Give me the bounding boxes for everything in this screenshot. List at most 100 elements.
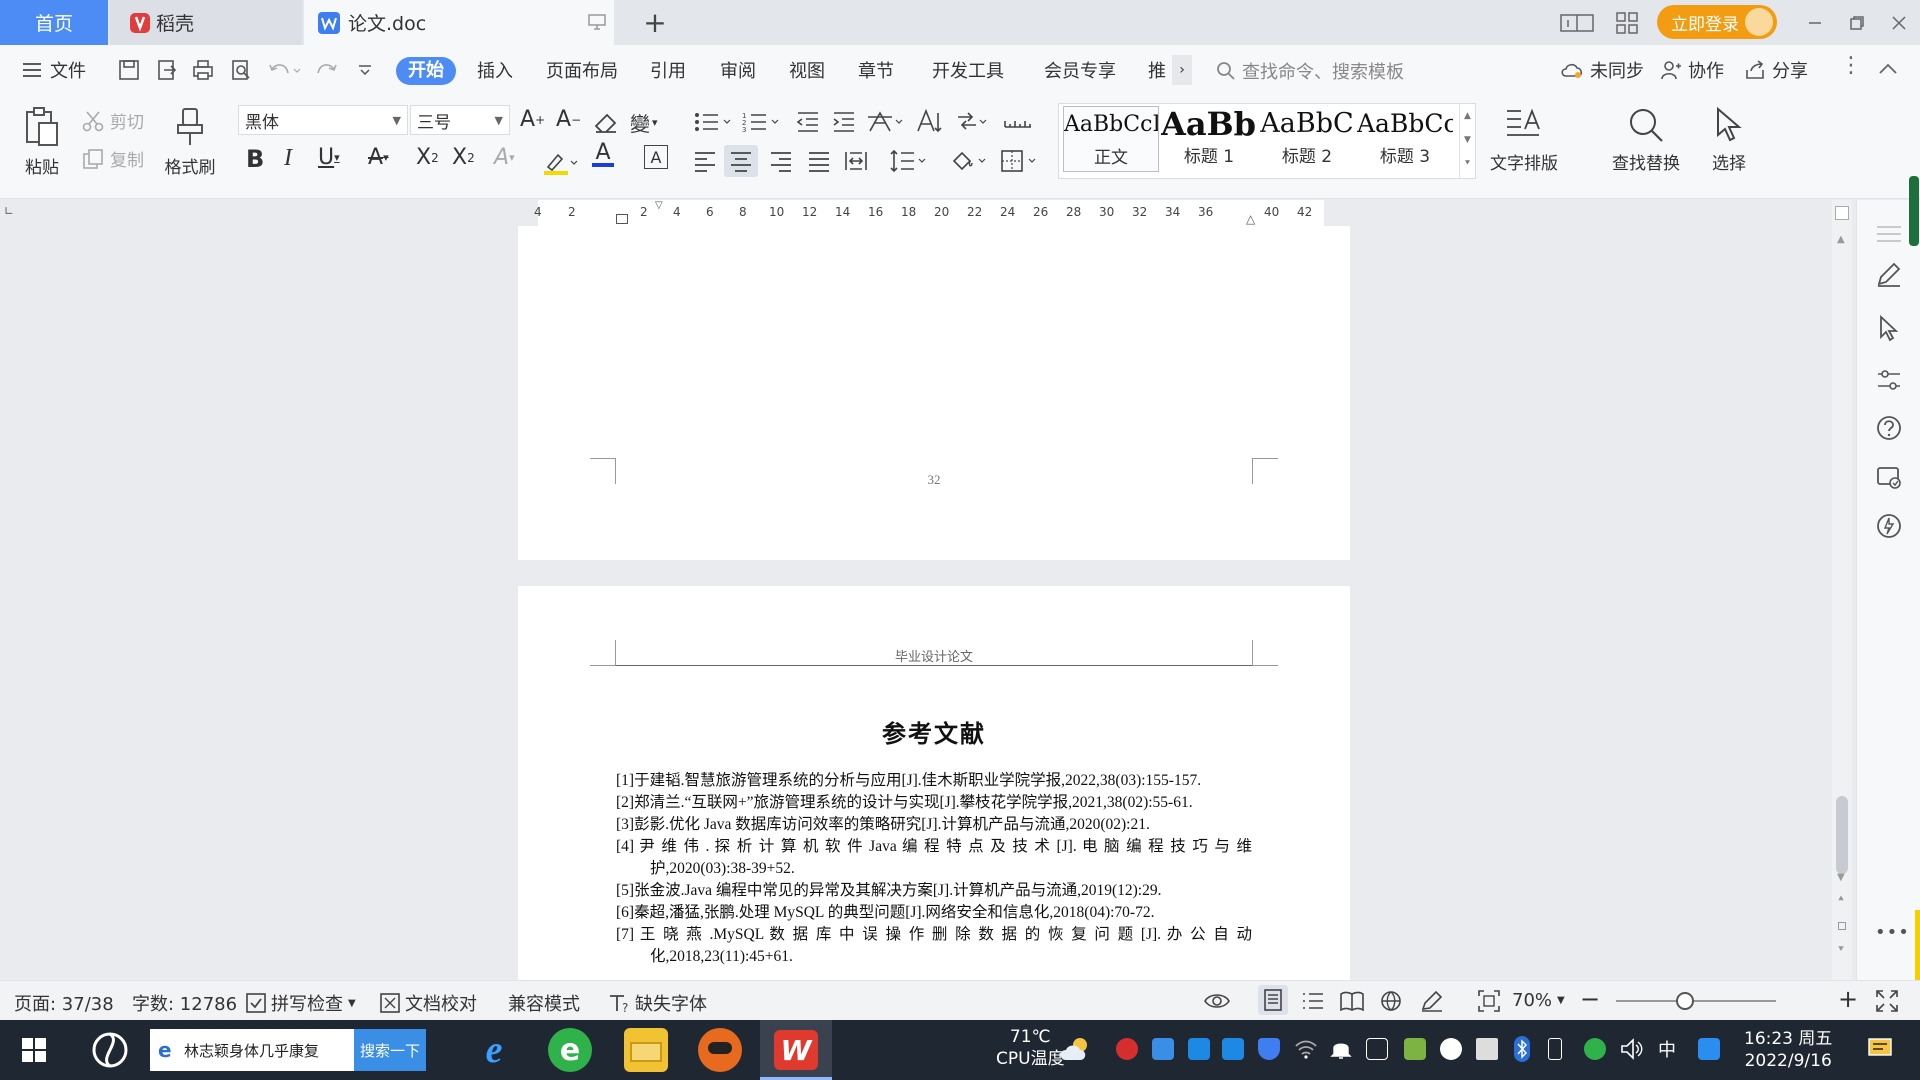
distributed-align-icon[interactable] xyxy=(844,150,868,172)
paste-button[interactable]: 粘贴 xyxy=(16,107,68,178)
tray-shield-icon[interactable] xyxy=(1258,1038,1280,1060)
write-view-icon[interactable] xyxy=(1420,990,1444,1012)
browse-object-icon[interactable] xyxy=(1838,922,1846,930)
style-heading-3[interactable]: AaBbCc 标题 3 xyxy=(1357,106,1453,172)
bold-icon[interactable]: B xyxy=(246,145,264,173)
menu-tab-chapter[interactable]: 章节 xyxy=(858,57,894,83)
menu-tab-references[interactable]: 引用 xyxy=(650,57,686,83)
strikethrough-icon[interactable]: A ▾ xyxy=(368,145,389,170)
new-tab-button[interactable]: + xyxy=(640,0,670,45)
menu-tab-view[interactable]: 视图 xyxy=(789,57,825,83)
cut-button[interactable]: 剪切 xyxy=(82,108,144,133)
previous-page-icon[interactable]: ⯅ xyxy=(1837,894,1845,905)
grow-font-icon[interactable]: A + xyxy=(520,107,545,132)
restore-icon[interactable] xyxy=(1840,8,1874,38)
word-count[interactable]: 字数: 12786 xyxy=(132,990,237,1016)
pinwheel-app-icon[interactable] xyxy=(92,1032,128,1068)
superscript-icon[interactable]: X2 xyxy=(416,145,439,170)
menu-tab-developer[interactable]: 开发工具 xyxy=(932,57,1004,83)
windows-start-icon[interactable] xyxy=(22,1038,46,1062)
undo-icon[interactable] xyxy=(268,61,302,79)
font-size-select[interactable]: 三号 ▼ xyxy=(410,105,510,135)
scroll-thumb[interactable] xyxy=(1836,796,1848,874)
numbered-list-icon[interactable]: 123 xyxy=(742,111,782,133)
bullet-list-icon[interactable] xyxy=(694,111,734,133)
scroll-down-icon[interactable]: ▼ xyxy=(1837,872,1845,883)
menu-tab-insert[interactable]: 插入 xyxy=(477,57,513,83)
web-view-icon[interactable] xyxy=(1380,990,1402,1012)
chinese-layout-icon[interactable] xyxy=(868,111,906,133)
vertical-scrollbar[interactable]: ▲ ▼ ⯅ ⯆ xyxy=(1832,200,1852,980)
reading-view-icon[interactable] xyxy=(1340,991,1364,1011)
battery-icon[interactable] xyxy=(1548,1038,1562,1060)
style-heading-1[interactable]: AaBb( 标题 1 xyxy=(1161,106,1257,172)
format-painter-button[interactable]: 格式刷 xyxy=(160,107,220,178)
page-view-button[interactable] xyxy=(1258,985,1288,1015)
clock[interactable]: 16:23 周五 2022/9/16 xyxy=(1744,1028,1832,1072)
menu-tab-page-layout[interactable]: 页面布局 xyxy=(546,57,618,83)
tray-app-icon[interactable] xyxy=(1222,1038,1244,1060)
character-border-icon[interactable]: A xyxy=(644,145,668,169)
sliders-icon[interactable] xyxy=(1875,366,1903,394)
shrink-font-icon[interactable]: A − xyxy=(556,107,581,132)
find-replace-button[interactable]: 查找替换 xyxy=(1612,107,1680,174)
line-spacing-icon[interactable] xyxy=(890,149,930,173)
minimize-icon[interactable] xyxy=(1798,8,1832,38)
tray-qq-icon[interactable] xyxy=(1440,1038,1462,1060)
ime-indicator[interactable]: 中 xyxy=(1658,1036,1676,1062)
file-explorer-icon[interactable] xyxy=(624,1028,668,1072)
underline-icon[interactable]: U ▾ xyxy=(318,145,340,170)
clear-format-icon[interactable] xyxy=(594,112,618,134)
fullscreen-icon[interactable] xyxy=(1876,990,1898,1012)
text-layout-button[interactable]: 文字排版 xyxy=(1490,107,1558,174)
tray-app-icon[interactable] xyxy=(1188,1038,1210,1060)
italic-icon[interactable]: I xyxy=(284,145,292,172)
tray-app-icon[interactable] xyxy=(1152,1038,1174,1060)
print-icon[interactable] xyxy=(192,59,214,81)
borders-icon[interactable] xyxy=(1000,149,1040,173)
page-indicator[interactable]: 页面: 37/38 xyxy=(14,990,114,1016)
style-normal[interactable]: AaBbCcI 正文 xyxy=(1063,106,1159,172)
justify-icon[interactable] xyxy=(808,150,830,172)
increase-indent-icon[interactable] xyxy=(832,111,856,133)
tab-document[interactable]: 论文.doc xyxy=(304,0,614,45)
page-32[interactable]: 32 xyxy=(518,226,1350,560)
select-button[interactable]: 选择 xyxy=(1712,107,1746,174)
left-indent-marker[interactable] xyxy=(616,214,628,224)
collapse-ribbon-icon[interactable] xyxy=(1878,63,1898,75)
proofread-button[interactable]: 文档校对 xyxy=(380,990,477,1016)
panel-more-icon[interactable]: ••• xyxy=(1875,922,1910,943)
next-page-icon[interactable]: ⯆ xyxy=(1837,944,1845,955)
tray-qq-browser-icon[interactable] xyxy=(1698,1038,1720,1060)
menu-tab-start[interactable]: 开始 xyxy=(396,57,456,85)
phonetic-guide-icon[interactable]: 變 ▾ xyxy=(630,108,658,137)
font-color-icon[interactable]: A xyxy=(592,142,614,167)
login-button[interactable]: 立即登录 xyxy=(1657,5,1777,39)
spell-check-button[interactable]: 拼写检查 ▼ xyxy=(246,990,356,1016)
tab-selector-icon[interactable]: ∟ xyxy=(4,204,14,218)
sort-icon[interactable] xyxy=(916,109,942,135)
rocket-icon[interactable] xyxy=(1875,512,1903,540)
styles-scroll[interactable]: ▲ ▼ ⯆ xyxy=(1459,104,1475,178)
tray-usb-icon[interactable] xyxy=(1476,1038,1498,1060)
tray-360-icon[interactable] xyxy=(1584,1038,1606,1060)
menu-tab-review[interactable]: 审阅 xyxy=(720,57,756,83)
split-view-icon[interactable] xyxy=(1835,206,1849,220)
menu-tab-recommend[interactable]: 推 xyxy=(1148,57,1166,83)
first-line-indent-marker[interactable]: ▽ xyxy=(655,200,663,211)
tray-app-icon[interactable] xyxy=(1366,1038,1388,1060)
align-right-icon[interactable] xyxy=(770,150,792,172)
panel-menu-icon[interactable] xyxy=(1875,220,1903,248)
highlight-icon[interactable] xyxy=(544,151,578,175)
cursor-select-icon[interactable] xyxy=(1875,314,1903,342)
font-family-select[interactable]: 黑体 ▼ xyxy=(238,105,408,135)
outline-view-icon[interactable] xyxy=(1302,991,1324,1011)
command-search[interactable]: 查找命令、搜索模板 xyxy=(1216,58,1404,84)
align-center-button[interactable] xyxy=(724,145,758,177)
eye-protection-icon[interactable] xyxy=(1204,991,1230,1011)
zoom-out-icon[interactable]: − xyxy=(1580,985,1600,1013)
align-left-icon[interactable] xyxy=(694,150,716,172)
zoom-slider-track[interactable] xyxy=(1616,1000,1776,1002)
shading-icon[interactable] xyxy=(950,149,990,173)
quick-access-dropdown-icon[interactable] xyxy=(358,65,372,75)
